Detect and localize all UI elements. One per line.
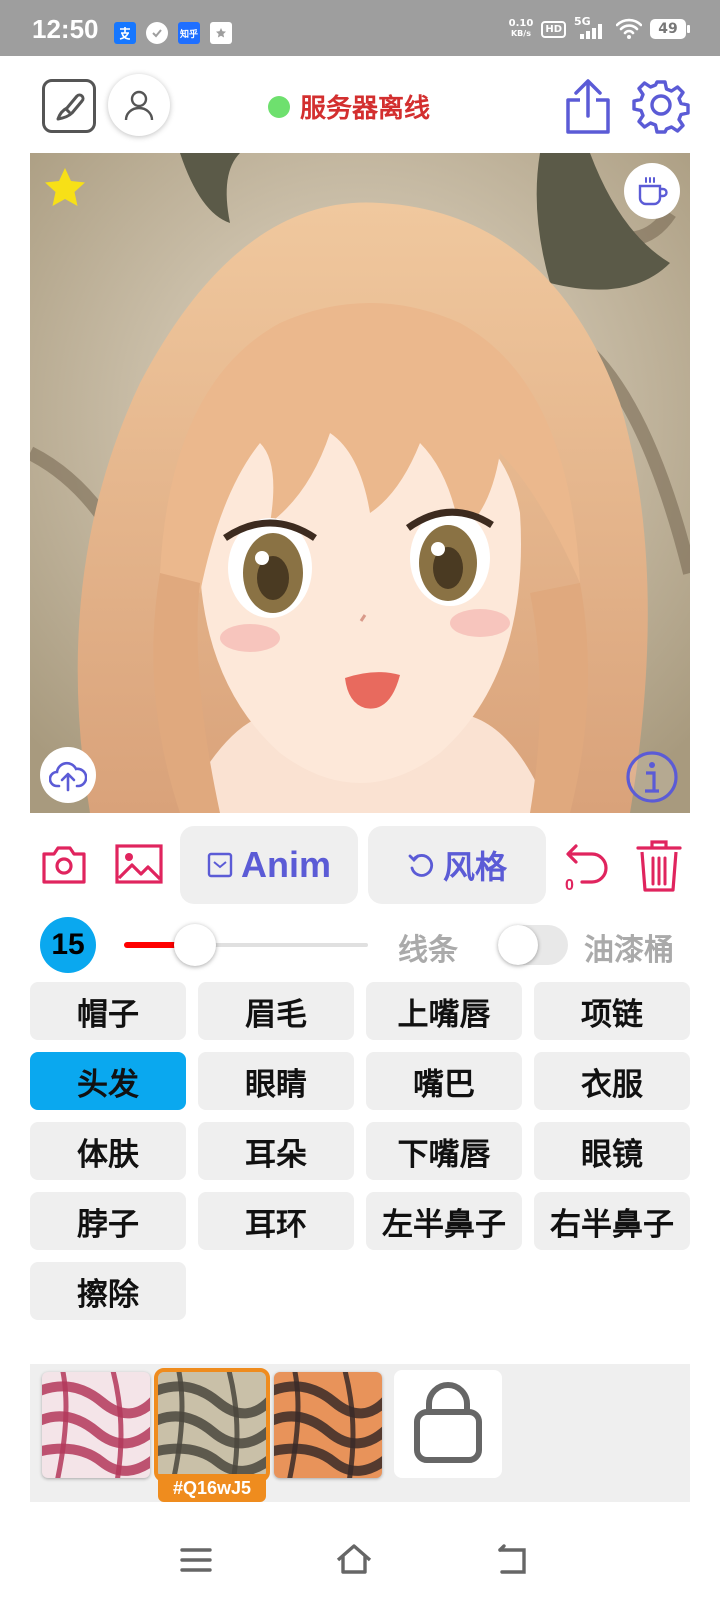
zhihu-icon: 知乎 — [178, 22, 200, 44]
user-icon — [124, 90, 154, 121]
edit-icon — [56, 93, 85, 121]
segment-button[interactable]: 项链 — [534, 982, 690, 1040]
status-dot — [268, 95, 290, 118]
slider-thumb[interactable] — [173, 924, 216, 966]
favorite-star-icon[interactable] — [42, 165, 88, 211]
notification-icons: 知乎 — [114, 22, 232, 44]
pattern-swatch[interactable] — [274, 1372, 382, 1478]
info-icon[interactable] — [624, 749, 680, 805]
locked-pattern-button[interactable] — [394, 1370, 502, 1478]
system-icons: 0.10 KB/s HD 5G 49 — [509, 15, 690, 40]
paint-bucket-toggle[interactable] — [498, 925, 568, 965]
pattern-texture — [158, 1372, 266, 1478]
status-bar: 12:50 知乎 0.10 KB/s HD 5G 49 — [0, 0, 720, 56]
cloud-upload-button[interactable] — [40, 747, 96, 803]
coffee-cup-icon — [638, 177, 668, 206]
segment-button[interactable]: 耳环 — [198, 1192, 354, 1250]
paint-bucket-label: 油漆桶 — [584, 933, 674, 968]
pattern-swatch[interactable] — [42, 1372, 150, 1478]
selected-pattern-code: #Q16wJ5 — [158, 1474, 266, 1502]
anim-toggle-button[interactable]: Anim — [180, 826, 358, 904]
settings-button[interactable] — [632, 78, 690, 136]
segment-button[interactable]: 眼镜 — [534, 1122, 690, 1180]
account-button[interactable] — [108, 74, 170, 136]
generated-portrait — [30, 153, 690, 813]
hd-badge: HD — [541, 20, 566, 38]
wifi-icon — [616, 18, 642, 39]
segment-button[interactable]: 帽子 — [30, 982, 186, 1040]
server-status-text: 服务器离线 — [300, 94, 431, 124]
line-label: 线条 — [398, 933, 458, 968]
segment-button[interactable]: 擦除 — [30, 1262, 186, 1320]
gallery-icon[interactable] — [114, 842, 164, 886]
segment-button[interactable]: 眼睛 — [198, 1052, 354, 1110]
segment-button[interactable]: 左半鼻子 — [366, 1192, 522, 1250]
status-time: 12:50 — [32, 14, 99, 44]
segment-button[interactable]: 上嘴唇 — [366, 982, 522, 1040]
star-app-icon — [210, 22, 232, 44]
lock-icon — [414, 1382, 482, 1463]
segment-button[interactable]: 耳朵 — [198, 1122, 354, 1180]
system-nav-bar — [0, 1518, 720, 1600]
pattern-palette: #Q16wJ5 — [30, 1364, 690, 1502]
pattern-texture — [42, 1372, 150, 1478]
style-button[interactable]: 风格 — [368, 826, 546, 904]
brush-size-slider[interactable] — [124, 924, 368, 966]
segment-button[interactable]: 脖子 — [30, 1192, 186, 1250]
segment-button-active[interactable]: 头发 — [30, 1052, 186, 1110]
action-row: Anim 风格 0 — [0, 826, 720, 906]
signal-icon: 5G — [574, 15, 608, 40]
drawing-canvas[interactable] — [30, 153, 690, 813]
undo-icon[interactable]: 0 — [562, 838, 612, 894]
segment-grid: 帽子 眉毛 上嘴唇 项链头发 眼睛 嘴巴 衣服体肤 耳朵 下嘴唇 眼镜脖子 耳环 左半鼻子 右半鼻子擦除 — [30, 982, 690, 1320]
checkbox-icon — [207, 852, 233, 878]
pattern-texture — [274, 1372, 382, 1478]
trash-icon[interactable] — [634, 838, 684, 894]
anim-label: Anim — [241, 844, 331, 885]
rotate-icon — [408, 854, 434, 877]
camera-icon[interactable] — [40, 842, 88, 886]
back-icon[interactable] — [492, 1540, 532, 1580]
segment-button[interactable]: 体肤 — [30, 1122, 186, 1180]
pattern-swatch-selected[interactable] — [154, 1368, 270, 1482]
menu-icon[interactable] — [176, 1540, 216, 1580]
share-icon — [566, 79, 610, 134]
net-speed-value: 0.10 — [508, 18, 534, 29]
check-badge-icon — [146, 22, 168, 44]
segment-button[interactable]: 眉毛 — [198, 982, 354, 1040]
top-bar: 服务器离线 — [0, 56, 720, 156]
brush-size-badge: 15 — [40, 917, 96, 973]
segment-button[interactable]: 下嘴唇 — [366, 1122, 522, 1180]
style-label: 风格 — [442, 848, 507, 886]
toggle-knob — [498, 925, 538, 965]
share-button[interactable] — [562, 78, 614, 136]
svg-text:0: 0 — [565, 877, 574, 894]
net-speed-unit: KB/s — [510, 29, 531, 38]
battery-icon: 49 — [650, 19, 690, 39]
alipay-icon — [114, 22, 136, 44]
segment-button[interactable]: 嘴巴 — [366, 1052, 522, 1110]
home-icon[interactable] — [334, 1540, 374, 1580]
edit-button[interactable] — [42, 79, 96, 133]
donate-button[interactable] — [624, 163, 680, 219]
cloud-upload-icon — [49, 761, 87, 792]
segment-button[interactable]: 右半鼻子 — [534, 1192, 690, 1250]
gear-icon — [632, 80, 690, 134]
brush-controls: 15 线条 油漆桶 — [0, 915, 720, 975]
segment-button[interactable]: 衣服 — [534, 1052, 690, 1110]
server-status: 服务器离线 — [268, 88, 430, 125]
net-speed: 0.10 KB/s — [509, 19, 534, 39]
